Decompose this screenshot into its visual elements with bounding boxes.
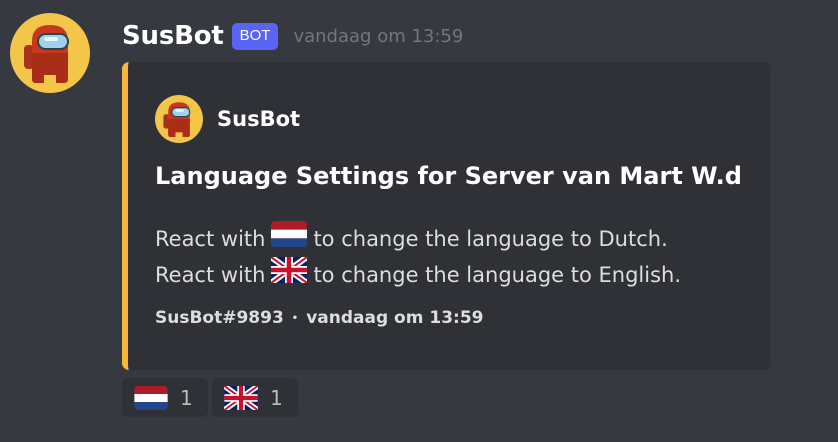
username[interactable]: SusBot [122,21,224,51]
embed: SusBot Language Settings for Server van … [122,62,770,370]
line-suffix: to change the language to English. [313,263,682,287]
description-line-english: React with to change the language to Eng… [155,254,682,293]
line-prefix: React with [155,227,266,251]
footer-separator: • [291,312,299,324]
message-timestamp[interactable]: vandaag om 13:59 [293,26,463,47]
footer-tag: SusBot#9893 [155,308,284,328]
embed-author: SusBot [155,95,300,143]
embed-description: React with to change the language to Dut… [155,221,681,293]
author-avatar [155,95,203,143]
gb-flag-icon [269,254,310,293]
embed-author-name: SusBot [217,107,301,131]
embed-footer: SusBot#9893 • vandaag om 13:59 [155,308,483,328]
gb-flag-icon [224,385,258,410]
nl-flag-icon [271,221,308,257]
embed-title: Language Settings for Server van Mart W.… [155,162,742,190]
description-line-dutch: React with to change the language to Dut… [155,221,681,257]
avatar[interactable] [10,13,90,93]
reactions: 1 1 [122,378,302,417]
reaction-count: 1 [270,385,283,410]
line-prefix: React with [155,263,266,287]
crewmate-icon [163,102,191,137]
line-suffix: to change the language to Dutch. [313,227,668,251]
crewmate-icon [24,25,69,83]
footer-timestamp: vandaag om 13:59 [306,308,484,328]
reaction-count: 1 [180,385,193,410]
reaction-gb[interactable]: 1 [212,378,298,417]
message-header: SusBot BOT vandaag om 13:59 [122,18,463,54]
nl-flag-icon [134,385,168,410]
bot-tag: BOT [231,22,279,50]
reaction-nl[interactable]: 1 [122,378,208,417]
